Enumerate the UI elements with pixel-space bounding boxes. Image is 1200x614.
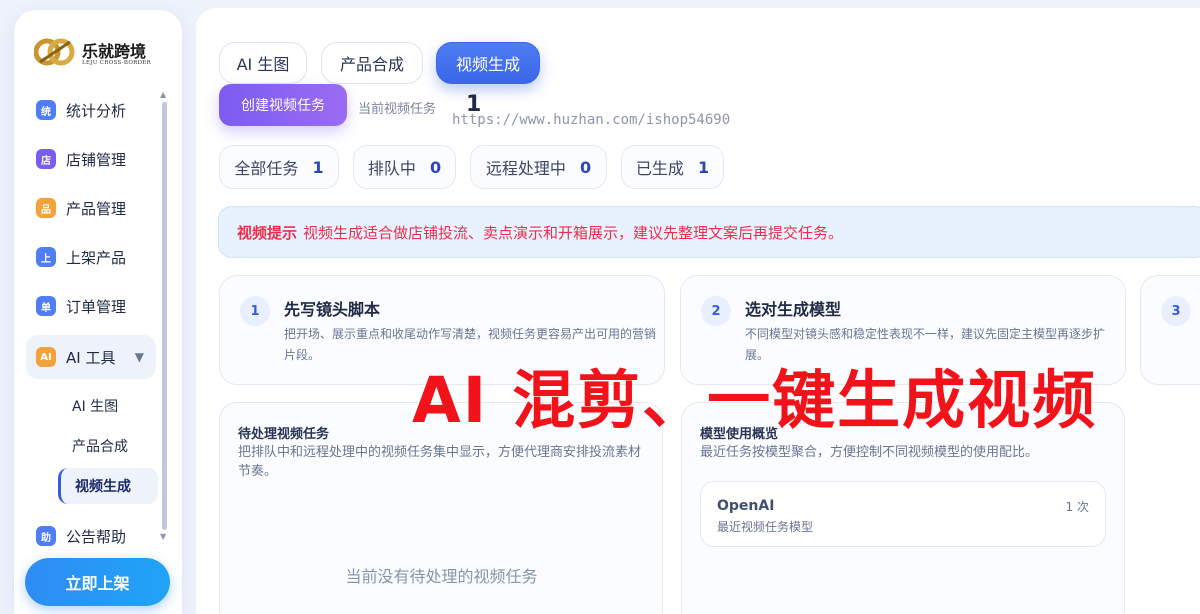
stat-label: 全部任务 — [234, 159, 299, 178]
sidebar-subitem-ai-image[interactable]: AI 生图 — [58, 388, 158, 424]
help-icon: 助 — [36, 526, 56, 546]
shop-icon: 店 — [36, 149, 56, 169]
create-video-task-button[interactable]: 创建视频任务 — [219, 84, 347, 126]
sidebar-item-label: 统计分析 — [66, 101, 127, 120]
stat-queued[interactable]: 排队中 0 — [353, 145, 456, 189]
tip-title: 视频提示 — [237, 223, 298, 242]
brand-logo[interactable]: 乐就跨境 LEJU CROSS-BORDER — [34, 34, 164, 76]
sidebar-item-label: 产品管理 — [66, 199, 127, 218]
model-usage-card: OpenAI 最近视频任务模型 1 次 — [700, 481, 1106, 547]
stat-value: 1 — [697, 157, 710, 177]
step-number: 1 — [240, 296, 270, 326]
brand-name: 乐就跨境 — [82, 42, 147, 61]
step-number: 2 — [701, 296, 731, 326]
watermark-url: https://www.huzhan.com/ishop54690 — [452, 112, 731, 128]
tab-ai-image[interactable]: AI 生图 — [219, 42, 307, 84]
main-panel: AI 生图 产品合成 视频生成 创建视频任务 当前视频任务 1 https://… — [196, 8, 1200, 614]
empty-state-text: 当前没有待处理的视频任务 — [345, 567, 538, 586]
stat-value: 1 — [312, 157, 324, 177]
stats-icon: 统 — [36, 100, 56, 120]
stat-label: 远程处理中 — [485, 159, 566, 178]
stat-generated[interactable]: 已生成 1 — [621, 145, 724, 189]
listing-icon: 上 — [36, 247, 56, 267]
scroll-down-icon[interactable]: ▼ — [160, 532, 166, 541]
sidebar-subitem-video-gen[interactable]: 视频生成 — [58, 468, 158, 504]
sidebar-item-label: 订单管理 — [66, 297, 127, 316]
ai-icon: AI — [36, 347, 56, 367]
logo-mark-icon — [34, 38, 75, 66]
stat-label: 排队中 — [367, 159, 416, 178]
sidebar-item-shops[interactable]: 店 店铺管理 — [26, 139, 156, 179]
tab-video-gen[interactable]: 视频生成 — [436, 42, 540, 84]
brand-subtitle: LEJU CROSS-BORDER — [82, 60, 152, 66]
sidebar-item-products[interactable]: 品 产品管理 — [26, 188, 156, 228]
sidebar-item-stats[interactable]: 统 统计分析 — [26, 90, 156, 130]
stat-remote-processing[interactable]: 远程处理中 0 — [470, 145, 607, 189]
sidebar-item-label: 公告帮助 — [66, 527, 127, 546]
sidebar-item-label: 上架产品 — [66, 248, 127, 267]
model-name: OpenAI — [717, 498, 775, 514]
step-title: 选对生成模型 — [745, 300, 842, 319]
video-tip-banner: 视频提示 视频生成适合做店铺投流、卖点演示和开箱展示，建议先整理文案后再提交任务… — [218, 206, 1200, 258]
sidebar-scrollbar[interactable] — [162, 102, 167, 530]
sidebar-item-orders[interactable]: 单 订单管理 — [26, 286, 156, 326]
current-task-label: 当前视频任务 — [358, 102, 437, 117]
sidebar-item-ai-tools[interactable]: AI AI 工具 ▼ — [26, 335, 156, 379]
publish-button[interactable]: 立即上架 — [25, 558, 170, 606]
sidebar-subitem-product-compose[interactable]: 产品合成 — [58, 428, 158, 464]
scrollbar-thumb[interactable] — [162, 102, 167, 530]
chevron-down-icon: ▼ — [134, 350, 144, 364]
stat-label: 已生成 — [635, 159, 684, 178]
stat-all-tasks[interactable]: 全部任务 1 — [219, 145, 339, 189]
panel-title: 待处理视频任务 — [238, 427, 330, 442]
step-number: 3 — [1161, 296, 1191, 326]
model-description: 最近视频任务模型 — [717, 520, 814, 534]
panel-description: 最近任务按模型聚合，方便控制不同视频模型的使用配比。 — [700, 445, 1039, 460]
sidebar-item-label: 店铺管理 — [66, 150, 127, 169]
tab-product-compose[interactable]: 产品合成 — [321, 42, 423, 84]
step-card-third: 3 — [1140, 275, 1200, 385]
model-usage-count: 1 次 — [1065, 500, 1089, 514]
step-title: 先写镜头脚本 — [284, 300, 381, 319]
stat-value: 0 — [429, 157, 442, 177]
product-icon: 品 — [36, 198, 56, 218]
order-icon: 单 — [36, 296, 56, 316]
panel-description: 把排队中和远程处理中的视频任务集中显示，方便代理商安排投流素材节奏。 — [238, 445, 642, 479]
sidebar-item-help[interactable]: 助 公告帮助 — [26, 516, 156, 556]
tip-text: 视频生成适合做店铺投流、卖点演示和开箱展示，建议先整理文案后再提交任务。 — [303, 223, 844, 242]
scroll-up-icon[interactable]: ▲ — [160, 90, 166, 99]
stat-value: 0 — [579, 157, 592, 177]
sidebar-item-label: AI 工具 — [66, 348, 116, 367]
promo-overlay-text: AI 混剪、一键生成视频 — [412, 364, 1098, 437]
sidebar-item-listings[interactable]: 上 上架产品 — [26, 237, 156, 277]
sidebar: 乐就跨境 LEJU CROSS-BORDER 统 统计分析 店 店铺管理 品 产… — [14, 10, 182, 614]
